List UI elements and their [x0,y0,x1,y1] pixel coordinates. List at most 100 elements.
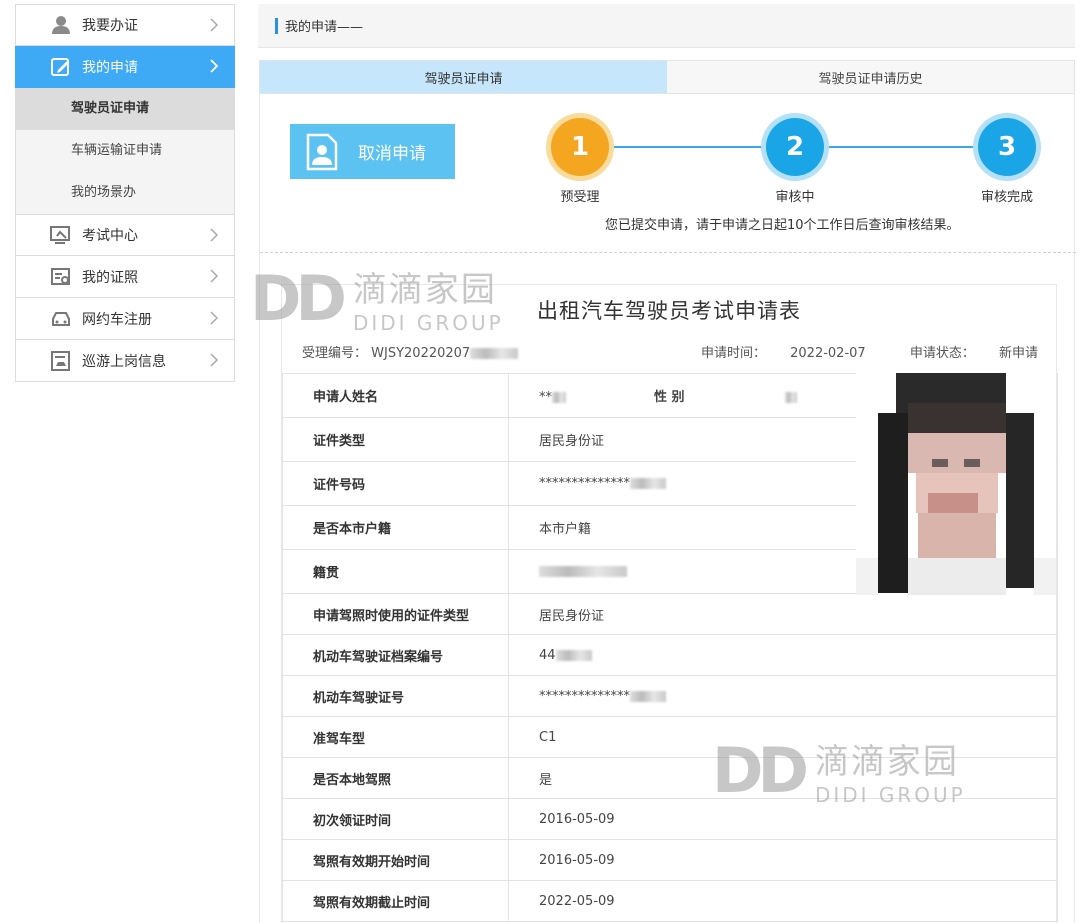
redacted-block [539,566,627,577]
submenu-item-driver-license-apply[interactable]: 驾驶员证申请 [16,88,234,130]
sidebar: 我要办证 我的申请 驾驶员证申请 车辆运输证申请 我的场景办 考试中心 我的证照… [15,4,235,382]
step-3-label: 审核完成 [980,190,1033,205]
pixelated-portrait [856,373,1056,595]
apply-time-value: 2022-02-07 [790,346,866,361]
sidebar-item-label: 我要办证 [82,18,138,34]
field-label: 准驾车型 [282,716,509,758]
submenu-item-vehicle-transport-apply[interactable]: 车辆运输证申请 [16,130,234,172]
sidebar-item-label: 网约车注册 [82,311,152,328]
redacted-block [630,478,666,489]
field-value-cell: ************** [508,675,1058,717]
sidebar-item-my-applications[interactable]: 我的申请 [15,46,235,88]
field-label: 证件类型 [282,417,509,462]
field-label: 机动车驾驶证号 [282,675,509,717]
divider [260,252,1076,253]
field-value: 2016-05-09 [539,852,615,868]
application-panel: 取消申请 1 2 3 预受理 审核中 审核完成 您已提交申请，请于申请之日起10… [259,94,1076,923]
field-value: 是 [539,772,553,788]
document-user-icon [304,133,340,171]
field-value-cell: 44 [508,634,1058,676]
submenu-item-my-scenes[interactable]: 我的场景办 [16,172,234,214]
field-value-cell: 居民身份证 [508,593,1058,635]
field-label: 申请人姓名 [282,373,509,418]
table-row: 准驾车型 C1 [282,716,1058,758]
field-value: ************** [539,476,630,491]
tab-driver-license-apply[interactable]: 驾驶员证申请 [260,61,667,93]
monitor-icon [50,224,72,246]
application-form: 出租汽车驾驶员考试申请表 受理编号： WJSY20220207 申请时间： 20… [281,284,1058,923]
apply-status-value: 新申请 [998,346,1038,361]
edit-icon [50,56,72,78]
cancel-application-button[interactable]: 取消申请 [290,124,455,179]
field-label: 初次领证时间 [282,798,509,840]
field-label: 是否本市户籍 [282,505,509,550]
field-value: 本市户籍 [539,522,592,537]
redacted-block [630,690,666,702]
field-label: 证件号码 [282,461,509,506]
sidebar-item-label: 巡游上岗信息 [82,353,166,370]
step-3-circle: 3 [978,118,1036,176]
main-content: 我的申请—— 驾驶员证申请 驾驶员证申请历史 取消申请 1 2 3 预受理 审核… [258,4,1076,923]
tab-driver-license-history[interactable]: 驾驶员证申请历史 [667,61,1074,93]
table-row: 驾照有效期截止时间 2022-05-09 [282,880,1058,922]
table-row: 机动车驾驶证号 ************** [282,675,1058,717]
apply-meta: 申请时间： 2022-02-07 申请状态： 新申请 [661,342,1038,361]
submission-notice: 您已提交申请，请于申请之日起10个工作日后查询审核结果。 [605,218,960,233]
accept-number-label: 受理编号： [302,346,368,361]
field-value: 2022-05-09 [539,893,615,909]
apply-status: 申请状态： 新申请 [890,346,1038,361]
field-value-cell: 2016-05-09 [508,839,1058,881]
apply-time: 申请时间： 2022-02-07 [681,346,866,361]
chevron-right-icon [206,310,222,326]
field-value: 居民身份证 [539,608,605,624]
apply-status-label: 申请状态： [909,346,975,361]
breadcrumb: 我的申请—— [258,4,1075,48]
chevron-right-icon [206,17,222,33]
redacted-block [555,649,592,661]
sidebar-item-my-certificates[interactable]: 我的证照 [15,256,235,298]
sidebar-item-label: 考试中心 [82,228,138,244]
field-value-cell: 是 [508,757,1058,799]
table-row: 是否本地驾照 是 [282,757,1058,799]
field-value: 居民身份证 [539,434,605,449]
redacted-block [470,348,519,359]
sidebar-item-exam-center[interactable]: 考试中心 [15,214,235,256]
table-row: 申请驾照时使用的证件类型 居民身份证 [282,593,1058,635]
accept-number-value: WJSY20220207 [371,346,471,361]
field-value-cell: C1 [508,716,1058,758]
field-value: ** [539,390,552,405]
redacted-block [784,392,797,403]
field-label: 驾照有效期开始时间 [282,839,509,881]
tab-bar: 驾驶员证申请 驾驶员证申请历史 [259,60,1075,94]
step-2-label: 审核中 [775,190,815,205]
sidebar-item-apply-license[interactable]: 我要办证 [15,4,235,46]
person-icon [50,14,72,36]
step-1-circle: 1 [551,118,609,176]
field-label: 申请驾照时使用的证件类型 [282,593,509,635]
step-2-circle: 2 [766,118,824,176]
breadcrumb-accent-bar [275,17,278,34]
apply-time-label: 申请时间： [700,346,766,361]
form-title: 出租汽车驾驶员考试申请表 [537,299,801,323]
applicant-photo [856,373,1056,595]
chevron-right-icon [206,352,222,368]
step-connector [825,146,975,148]
field-label: 驾照有效期截止时间 [282,880,509,922]
table-row: 初次领证时间 2016-05-09 [282,798,1058,840]
field-value: C1 [539,729,557,745]
sidebar-item-ride-hailing-register[interactable]: 网约车注册 [15,298,235,340]
table-row: 驾照有效期开始时间 2016-05-09 [282,839,1058,881]
field-label: 籍贯 [282,549,509,594]
sidebar-item-label: 我的申请 [82,59,138,76]
field-label: 机动车驾驶证档案编号 [282,634,509,676]
chevron-right-icon [206,227,222,243]
breadcrumb-text: 我的申请—— [285,20,364,35]
table-row: 机动车驾驶证档案编号 44 [282,634,1058,676]
accept-number: 受理编号： WJSY20220207 [302,342,519,361]
chevron-right-icon [206,58,222,74]
field-value: ************** [539,688,630,704]
redacted-block [552,392,566,403]
progress-steps: 1 2 3 预受理 审核中 审核完成 [545,106,1045,205]
sidebar-item-taxi-duty-info[interactable]: 巡游上岗信息 [15,340,235,382]
field-value: 44 [539,647,556,663]
